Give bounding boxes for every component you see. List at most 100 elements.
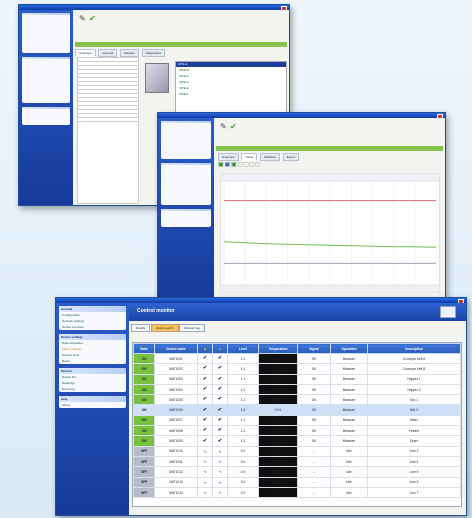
table-row[interactable]: ON MAT1007 ✔ ✔ 1.1 0.01 OK Measure Mixer — [133, 414, 461, 427]
table-row[interactable]: ON MAT1003 ✔ ✔ 1.1 0.01 OK Measure Hopper 1 — [133, 373, 461, 385]
temperature-cell: 0.02 — [258, 425, 298, 437]
alarm-icon-cell: ✔ — [212, 352, 228, 365]
sidebar-item[interactable]: Event log — [59, 386, 126, 392]
window2-sidebar — [158, 118, 214, 305]
description-cell: Line 6 — [367, 476, 461, 488]
description-cell: Silo 1 — [367, 394, 461, 406]
tab[interactable]: General — [98, 49, 118, 57]
level-cell: 1.2 — [227, 394, 259, 406]
sidebar-item[interactable]: Device overview — [59, 324, 126, 330]
status-icon-cell: ∿ — [197, 466, 213, 478]
table-row[interactable]: ON MAT1008 ✔ ✔ 1.2 0.02 OK Measure Feeder — [133, 425, 461, 437]
device-name-cell: MAT1005 — [154, 394, 198, 406]
table-row[interactable]: ON MAT1001 ✔ ✔ 1.2 0.01 OK Measure Conveyor belt… — [133, 352, 461, 365]
sidebar-panel-general: General Configuration Network settings D… — [59, 306, 126, 330]
wrench-icon[interactable]: ✎ — [220, 122, 227, 131]
alarm-icon-cell: ✔ — [212, 363, 228, 375]
sidebar-panel-monitor: Monitor Device list Readings Event log — [59, 368, 126, 392]
refresh-log-button[interactable]: Refresh log — [179, 324, 205, 332]
tab[interactable]: Overview — [75, 49, 96, 57]
print-icon[interactable]: ▣ — [231, 162, 237, 168]
sidebar-item[interactable]: About — [59, 402, 126, 408]
level-cell: 1.2 — [227, 352, 259, 365]
window2-tabs: Overview Trend Statistics Export — [218, 153, 301, 161]
wrench-icon[interactable]: ✎ — [79, 14, 86, 23]
table-row[interactable]: OFF MAT1012 ∿ ∿ 0.0 0.00 -- Idle Line 5 — [133, 466, 461, 478]
window1-tabs: Overview General Settings Diagnostics — [75, 49, 167, 57]
window3-header: Control monitor — [129, 303, 466, 321]
grid-icon[interactable]: ▢▢▢▢ — [238, 162, 261, 168]
device-name-cell: MAT1001 — [154, 352, 198, 365]
column-header[interactable]: Operation — [330, 343, 368, 354]
table-row[interactable]: ON MAT1006 ✔ ✔ 1.5 0.04 OK Measure Silo 2 — [133, 404, 461, 416]
state-cell: ON — [133, 414, 155, 427]
tab[interactable]: Settings — [119, 49, 139, 57]
window-trend: ✎ ✔ Overview Trend Statistics Export ▣ ▣… — [157, 112, 446, 306]
table-row[interactable]: ON MAT1009 ✔ ✔ 1.3 0.02 OK Measure Dryer — [133, 435, 461, 447]
list-item[interactable]: SITE-F — [176, 91, 286, 97]
status-icon-cell: ∿ — [197, 476, 213, 488]
alarm-icon-cell: ✔ — [212, 394, 228, 406]
tab[interactable]: Trend — [241, 153, 258, 161]
column-header[interactable]: Signal — [297, 343, 331, 354]
close-icon[interactable] — [281, 6, 287, 11]
table-row[interactable]: OFF MAT1014 ∿ ∿ 0.0 0.00 -- Idle Line 7 — [133, 486, 461, 499]
device-name-cell: MAT1010 — [154, 445, 198, 457]
description-cell: Conveyor belt B — [367, 363, 461, 375]
tab[interactable]: Diagnostics — [141, 49, 166, 57]
table-row[interactable]: ON MAT1002 ✔ ✔ 1.4 0.02 OK Measure Conveyor belt… — [133, 363, 461, 375]
operation-cell: Measure — [330, 352, 368, 365]
sidebar-panel — [22, 13, 70, 53]
state-cell: ON — [133, 394, 155, 406]
device-name-cell: MAT1008 — [154, 425, 198, 437]
save-icon[interactable]: ▣ — [225, 162, 231, 168]
table-row[interactable]: ON MAT1005 ✔ ✔ 1.2 0.02 OK Measure Silo 1 — [133, 394, 461, 406]
column-header[interactable]: Description — [367, 343, 461, 354]
signal-cell: -- — [297, 466, 331, 478]
plug-icon[interactable]: ✔ — [230, 122, 237, 131]
column-header-icon[interactable]: ▲ — [212, 343, 228, 354]
column-header[interactable]: State — [133, 343, 155, 354]
table-row[interactable]: OFF MAT1010 ∿ ∿ 0.0 0.00 -- Idle Line 3 — [133, 445, 461, 457]
level-cell: 0.0 — [227, 455, 259, 468]
status-icon-cell: ✔ — [197, 425, 213, 437]
signal-cell: OK — [297, 435, 331, 447]
device-table: State Device name ▮ ▲ Level Temperature … — [133, 343, 461, 499]
tab[interactable]: Statistics — [259, 153, 280, 161]
operation-cell: Measure — [330, 404, 368, 416]
close-icon[interactable] — [437, 114, 443, 119]
state-cell: OFF — [133, 455, 155, 468]
sidebar-item[interactable]: Reset — [59, 358, 126, 364]
state-cell: OFF — [133, 466, 155, 478]
description-cell: Feeder — [367, 425, 461, 437]
details-button[interactable]: Details — [131, 324, 151, 332]
sidebar-panel-device: Device settings Data acquisition Alarm s… — [59, 334, 126, 364]
tag-icon: ▮ — [204, 346, 206, 351]
column-header-icon[interactable]: ▮ — [197, 343, 213, 354]
plug-icon[interactable]: ✔ — [89, 14, 96, 23]
level-cell: 1.4 — [227, 363, 259, 375]
temperature-cell: 0.02 — [258, 394, 298, 406]
tab[interactable]: Export — [282, 153, 300, 161]
alarm-icon-cell: ✔ — [212, 404, 228, 416]
state-cell: ON — [133, 404, 155, 416]
column-header[interactable]: Device name — [154, 343, 198, 354]
state-cell: ON — [133, 435, 155, 447]
device-name-cell: MAT1006 — [154, 404, 198, 416]
quick-search-button[interactable]: Quick search — [151, 324, 179, 332]
tab[interactable]: Overview — [218, 153, 239, 161]
zoom-icon[interactable]: ▣ — [218, 162, 224, 168]
column-header[interactable]: Level — [227, 343, 259, 354]
table-row[interactable]: ON MAT1004 ✔ ✔ 1.3 0.03 OK Measure Hopper 2 — [133, 383, 461, 396]
level-cell: 1.3 — [227, 435, 259, 447]
column-header[interactable]: Temperature — [258, 343, 298, 354]
operation-cell: Idle — [330, 455, 368, 468]
state-cell: ON — [133, 352, 155, 365]
help-button[interactable] — [440, 306, 456, 318]
level-cell: 1.1 — [227, 373, 259, 385]
signal-cell: -- — [297, 476, 331, 488]
temperature-cell: 0.04 — [258, 404, 298, 416]
status-icon-cell: ✔ — [197, 363, 213, 375]
table-row[interactable]: OFF MAT1013 ∿ ∿ 0.0 0.00 -- Idle Line 6 — [133, 476, 461, 488]
table-row[interactable]: OFF MAT1011 ∿ ∿ 0.0 0.00 -- Idle Line 4 — [133, 455, 461, 468]
